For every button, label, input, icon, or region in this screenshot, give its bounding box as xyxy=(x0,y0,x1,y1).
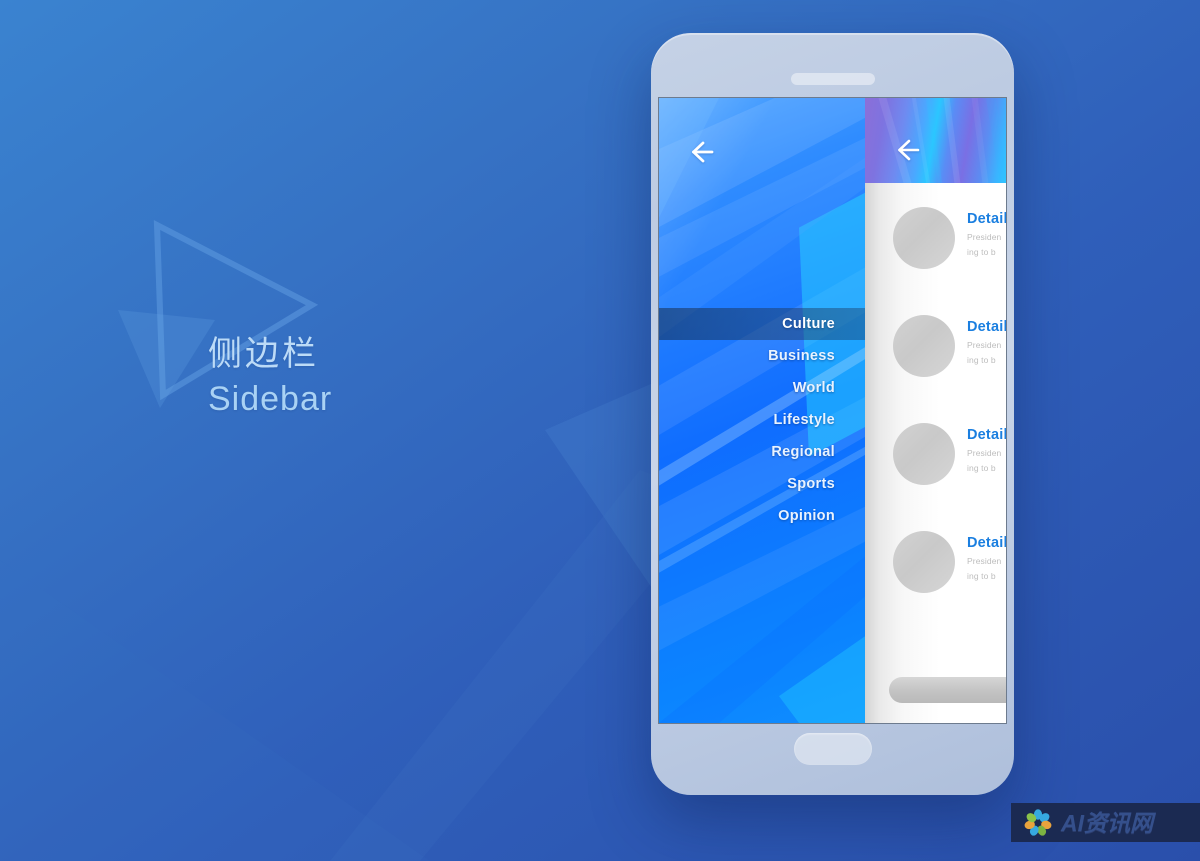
sidebar-menu: Culture Business World Lifestyle Regiona… xyxy=(659,308,865,532)
sidebar-item-opinion[interactable]: Opinion xyxy=(659,500,865,532)
list-item-title: Detail xyxy=(967,211,1007,227)
watermark-text: AI资讯网 xyxy=(1061,809,1153,836)
arrow-left-icon[interactable] xyxy=(889,132,925,168)
list-item-desc-line2: ing to b xyxy=(967,355,996,365)
list-item-desc-line1: Presiden xyxy=(967,556,1002,566)
page-title: 侧边栏 Sidebar xyxy=(208,332,332,422)
sidebar-item-label: Regional xyxy=(771,444,835,460)
phone-screen: Detail Presiden ing to b Detail Presiden… xyxy=(658,97,1007,724)
avatar xyxy=(893,531,955,593)
list-item-desc-line1: Presiden xyxy=(967,232,1002,242)
sidebar-item-label: Opinion xyxy=(778,508,835,524)
list-item-text: Detail Presiden ing to b xyxy=(967,207,1007,257)
list-item-title: Detail xyxy=(967,319,1007,335)
sidebar-item-culture[interactable]: Culture xyxy=(659,308,865,340)
list-item-text: Detail Presiden ing to b xyxy=(967,315,1007,365)
triangle-filled-shape xyxy=(118,310,215,408)
sidebar-item-business[interactable]: Business xyxy=(659,340,865,372)
sidebar-drawer: Culture Business World Lifestyle Regiona… xyxy=(659,98,865,723)
header-wallpaper xyxy=(865,98,1006,183)
content-list: Detail Presiden ing to b Detail Presiden… xyxy=(865,183,1007,723)
page-title-english: Sidebar xyxy=(208,380,333,418)
sidebar-item-label: World xyxy=(792,380,835,396)
flower-logo-icon xyxy=(1023,808,1053,838)
avatar xyxy=(893,315,955,377)
sidebar-item-world[interactable]: World xyxy=(659,372,865,404)
background-decoration xyxy=(0,0,1200,861)
list-item-desc-line1: Presiden xyxy=(967,448,1002,458)
sidebar-item-label: Sports xyxy=(787,476,835,492)
list-item-text: Detail Presiden ing to b xyxy=(967,531,1007,581)
sidebar-item-lifestyle[interactable]: Lifestyle xyxy=(659,404,865,436)
phone-mockup: Detail Presiden ing to b Detail Presiden… xyxy=(651,33,1014,795)
content-panel: Detail Presiden ing to b Detail Presiden… xyxy=(865,98,1007,723)
bottom-action-bar[interactable] xyxy=(889,677,1006,703)
list-item-desc-line2: ing to b xyxy=(967,463,996,473)
list-item-desc-line2: ing to b xyxy=(967,247,996,257)
list-item[interactable]: Detail Presiden ing to b xyxy=(865,517,1007,625)
home-button[interactable] xyxy=(793,733,872,765)
list-item-desc-line2: ing to b xyxy=(967,571,996,581)
list-item[interactable]: Detail Presiden ing to b xyxy=(865,301,1007,409)
watermark: AI资讯网 xyxy=(1011,803,1200,842)
sidebar-item-label: Business xyxy=(768,348,835,364)
list-item-text: Detail Presiden ing to b xyxy=(967,423,1007,473)
list-item[interactable]: Detail Presiden ing to b xyxy=(865,193,1007,301)
avatar xyxy=(893,423,955,485)
sidebar-item-label: Culture xyxy=(782,316,835,332)
arrow-left-icon[interactable] xyxy=(683,134,719,170)
list-item-desc-line1: Presiden xyxy=(967,340,1002,350)
content-header xyxy=(865,98,1006,183)
sidebar-item-regional[interactable]: Regional xyxy=(659,436,865,468)
earpiece-speaker xyxy=(790,73,875,85)
sidebar-item-label: Lifestyle xyxy=(773,412,835,428)
list-item-title: Detail xyxy=(967,427,1007,443)
wedge-shape xyxy=(0,560,430,861)
avatar xyxy=(893,207,955,269)
page-title-chinese: 侧边栏 xyxy=(208,335,319,373)
sidebar-item-sports[interactable]: Sports xyxy=(659,468,865,500)
list-item-title: Detail xyxy=(967,535,1007,551)
list-item[interactable]: Detail Presiden ing to b xyxy=(865,409,1007,517)
triangle-right-shape xyxy=(545,380,660,600)
